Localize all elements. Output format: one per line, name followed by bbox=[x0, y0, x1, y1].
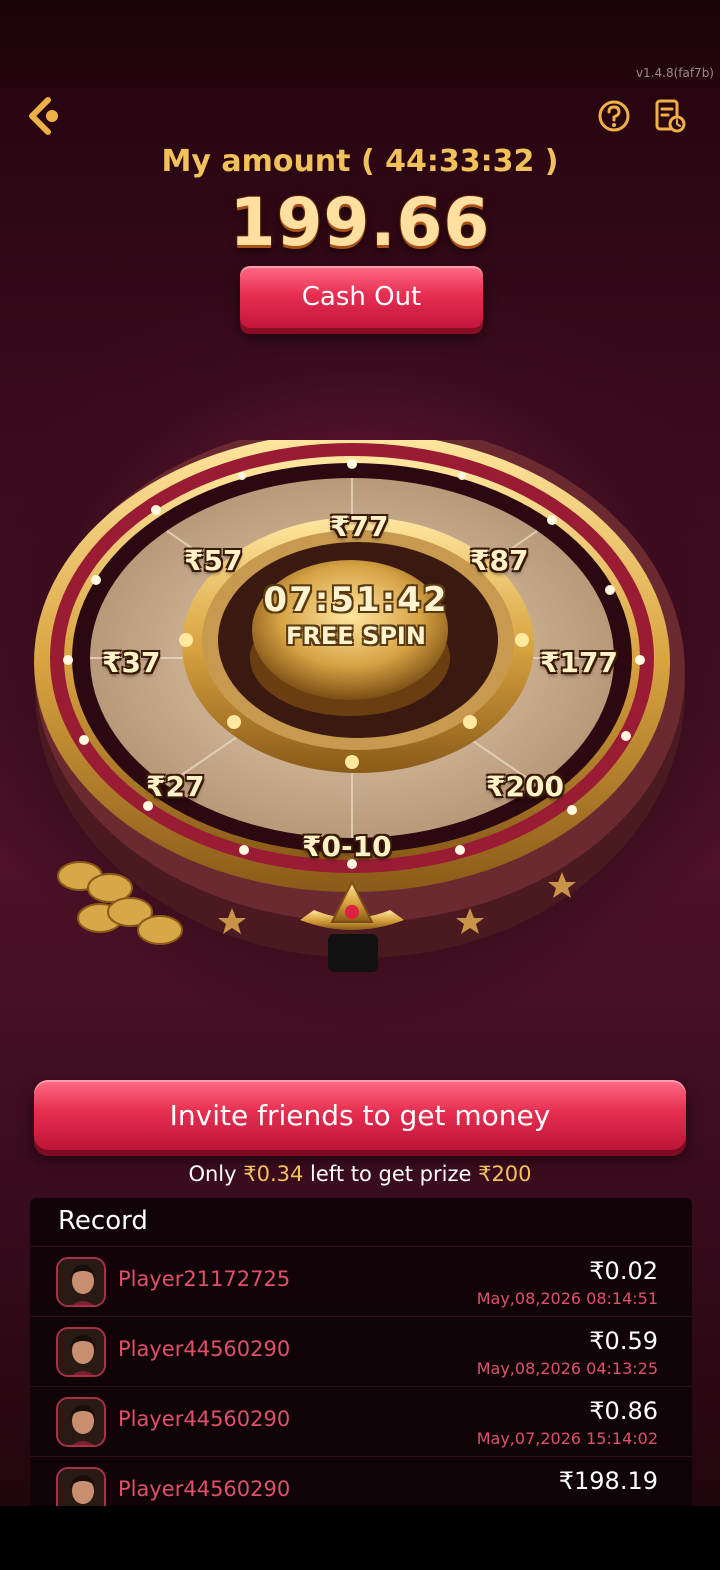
record-row: Player44560290 ₹0.59 May,08,2026 04:13:2… bbox=[30, 1316, 692, 1386]
record-amount: ₹198.19 bbox=[558, 1467, 658, 1495]
avatar bbox=[56, 1327, 106, 1377]
record-panel: Record Player21172725 ₹0.02 May,08,2026 … bbox=[30, 1198, 692, 1508]
player-name: Player44560290 bbox=[118, 1337, 291, 1361]
back-arrow-icon bbox=[29, 97, 58, 135]
prize-label: ₹200 bbox=[486, 770, 564, 803]
spin-wheel-screen: v1.4.8(faf7b) My amount ( 44:33:32 ) 199… bbox=[0, 0, 720, 1570]
record-row: Player44560290 ₹198.19 bbox=[30, 1456, 692, 1508]
player-name: Player44560290 bbox=[118, 1407, 291, 1431]
avatar bbox=[56, 1397, 106, 1447]
record-amount: ₹0.86 bbox=[589, 1397, 658, 1425]
bottom-bar bbox=[0, 1506, 720, 1570]
prize-label: ₹0-10 bbox=[302, 830, 392, 863]
invite-friends-button[interactable]: Invite friends to get money bbox=[34, 1080, 686, 1150]
record-date: May,08,2026 04:13:25 bbox=[476, 1359, 658, 1378]
record-row: Player21172725 ₹0.02 May,08,2026 08:14:5… bbox=[30, 1246, 692, 1316]
player-name: Player44560290 bbox=[118, 1477, 291, 1501]
free-spin-button[interactable]: FREE SPIN bbox=[248, 622, 464, 650]
avatar bbox=[56, 1467, 106, 1508]
record-row: Player44560290 ₹0.86 May,07,2026 15:14:0… bbox=[30, 1386, 692, 1456]
prize-wheel: 07:51:42 FREE SPIN ₹77 ₹87 ₹177 ₹200 ₹0-… bbox=[0, 440, 720, 1000]
help-button[interactable] bbox=[596, 98, 632, 134]
record-amount: ₹0.02 bbox=[589, 1257, 658, 1285]
history-button[interactable] bbox=[651, 98, 687, 134]
amount-value: 199.66 bbox=[229, 184, 491, 261]
back-button[interactable] bbox=[24, 96, 72, 140]
amount-left: ₹0.34 bbox=[243, 1162, 304, 1186]
records-clock-icon bbox=[655, 99, 686, 133]
prize-label: ₹177 bbox=[540, 646, 618, 679]
help-icon bbox=[598, 100, 630, 132]
prize-label: ₹57 bbox=[184, 544, 243, 577]
record-date: May,08,2026 08:14:51 bbox=[476, 1289, 658, 1308]
prize-label: ₹77 bbox=[330, 510, 389, 543]
prize-progress-text: Only ₹0.34 left to get prize ₹200 bbox=[188, 1162, 532, 1186]
prize-label: ₹37 bbox=[102, 646, 161, 679]
amount-title: My amount ( 44:33:32 ) bbox=[161, 144, 559, 179]
record-title: Record bbox=[58, 1206, 148, 1236]
free-spin-timer: 07:51:42 bbox=[263, 580, 449, 620]
cash-out-button[interactable]: Cash Out bbox=[240, 266, 483, 328]
avatar bbox=[56, 1257, 106, 1307]
prize-label: ₹27 bbox=[146, 770, 205, 803]
version-label: v1.4.8(faf7b) bbox=[635, 66, 714, 80]
prize-label: ₹87 bbox=[470, 544, 529, 577]
player-name: Player21172725 bbox=[118, 1267, 291, 1291]
record-date: May,07,2026 15:14:02 bbox=[476, 1429, 658, 1448]
target-prize: ₹200 bbox=[478, 1162, 532, 1186]
record-amount: ₹0.59 bbox=[589, 1327, 658, 1355]
